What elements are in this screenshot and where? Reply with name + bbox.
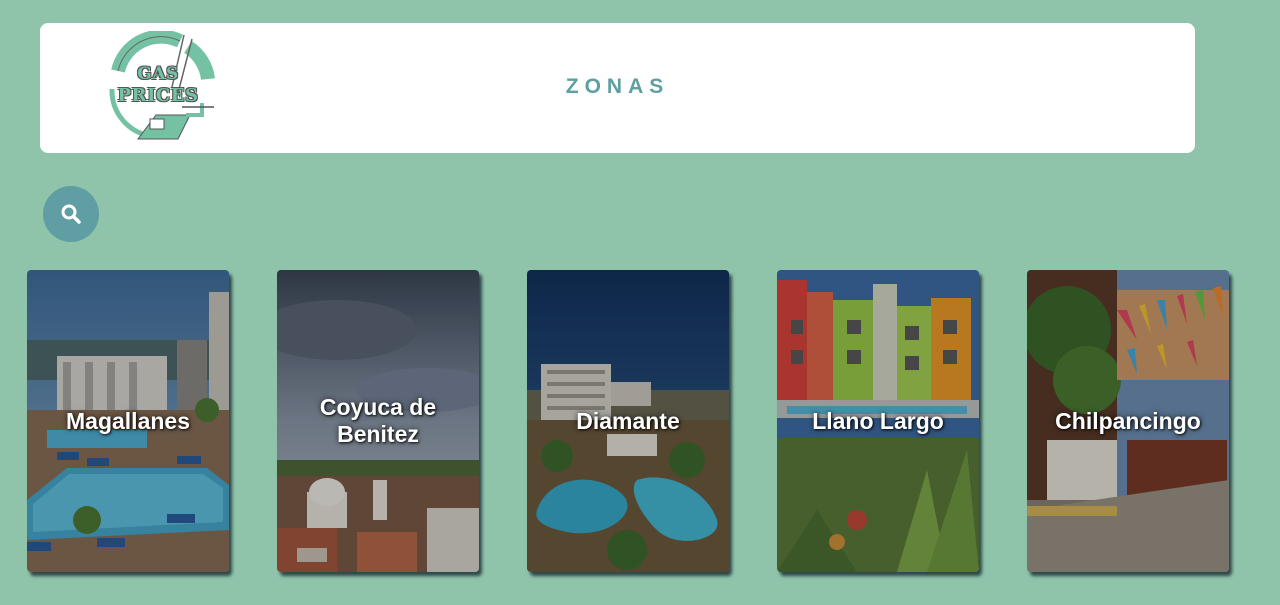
search-icon [61, 204, 81, 224]
zone-card-label: Coyuca de Benitez [319, 394, 437, 447]
zone-card-coyuca-de-benitez[interactable]: Coyuca de Benitez [277, 270, 479, 572]
zone-card-label: Llano Largo [812, 407, 944, 434]
zone-card-llano-largo[interactable]: Llano Largo [777, 270, 979, 572]
zone-card-label: Diamante [576, 407, 680, 434]
header-bar: GAS PRICES ZONAS [40, 23, 1195, 153]
zone-card-chilpancingo[interactable]: Chilpancingo [1027, 270, 1229, 572]
page-title: ZONAS [565, 75, 670, 98]
search-button[interactable] [43, 186, 99, 242]
zone-card-diamante[interactable]: Diamante [527, 270, 729, 572]
zone-card-label: Chilpancingo [1055, 407, 1201, 434]
zone-card-label: Magallanes [66, 407, 190, 434]
zone-card-magallanes[interactable]: Magallanes [27, 270, 229, 572]
